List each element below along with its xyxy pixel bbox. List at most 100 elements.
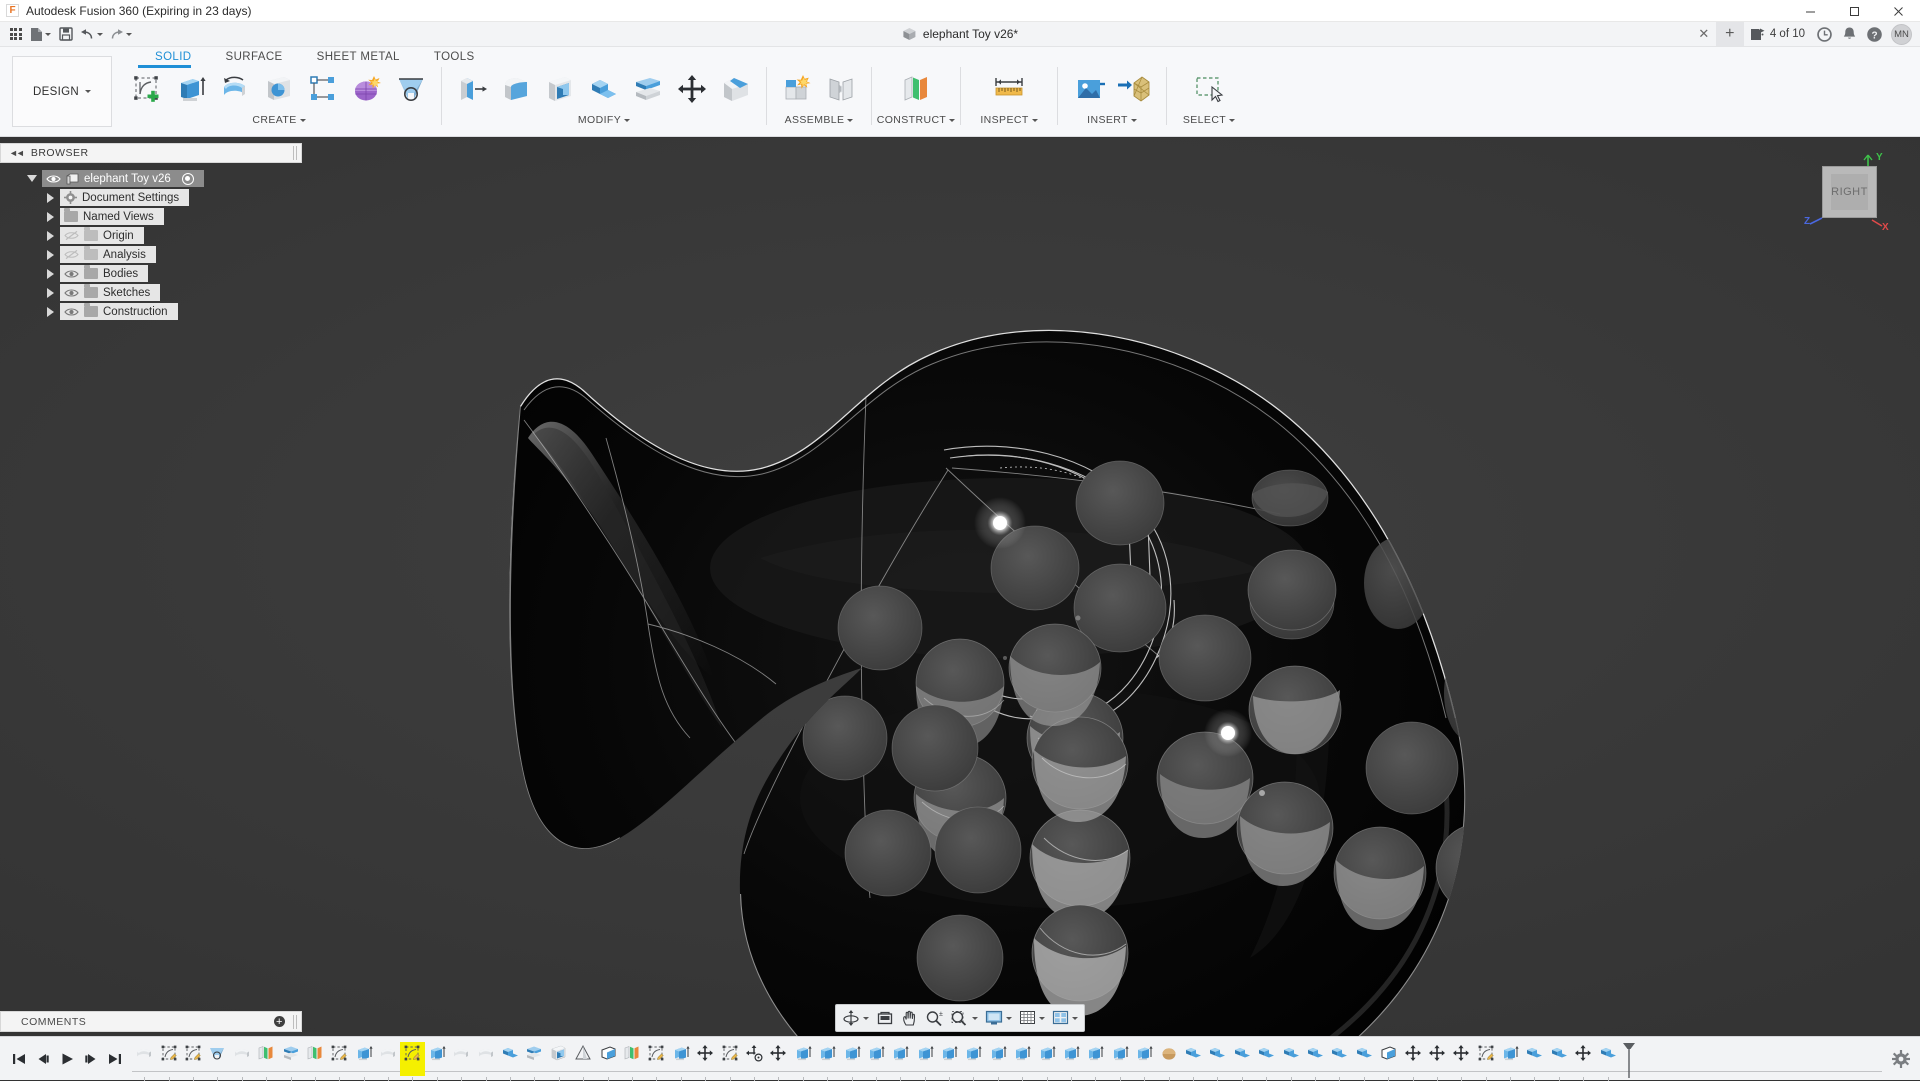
chevron-down-icon[interactable] xyxy=(972,1017,978,1020)
chevron-down-icon[interactable] xyxy=(1006,1017,1012,1020)
ribbon-group-select-label[interactable]: SELECT xyxy=(1183,114,1235,126)
3d-viewport[interactable]: ◄◄ BROWSER elephant Toy v26 xyxy=(0,138,1920,1036)
eye-visible-icon[interactable] xyxy=(64,286,79,299)
timeline-feature[interactable] xyxy=(1449,1042,1473,1076)
create-sketch-button[interactable] xyxy=(126,67,168,111)
zoom-window-button[interactable] xyxy=(947,1006,981,1030)
timeline-feature[interactable] xyxy=(571,1042,595,1076)
timeline-feature[interactable] xyxy=(1547,1042,1571,1076)
collapse-left-icon[interactable]: ◄◄ xyxy=(9,148,23,158)
notifications-button[interactable] xyxy=(1837,22,1861,46)
timeline-feature[interactable] xyxy=(1010,1042,1034,1076)
expand-toggle[interactable] xyxy=(40,231,60,241)
timeline-feature[interactable] xyxy=(1425,1042,1449,1076)
sweep-button[interactable] xyxy=(258,67,300,111)
play-button[interactable] xyxy=(56,1045,78,1073)
chevron-down-icon[interactable] xyxy=(1039,1017,1045,1020)
timeline-end-marker[interactable] xyxy=(1620,1042,1638,1076)
tree-item-sketches-label-box[interactable]: Sketches xyxy=(60,284,160,301)
timeline-feature[interactable] xyxy=(1132,1042,1156,1076)
timeline-feature[interactable] xyxy=(961,1042,985,1076)
account-avatar[interactable]: MN xyxy=(1891,24,1912,45)
tree-item-root-label-box[interactable]: elephant Toy v26 xyxy=(42,170,204,187)
timeline-feature[interactable] xyxy=(1083,1042,1107,1076)
pattern-button[interactable] xyxy=(302,67,344,111)
timeline-feature[interactable] xyxy=(181,1042,205,1076)
timeline-feature[interactable] xyxy=(1571,1042,1595,1076)
timeline-feature[interactable] xyxy=(1303,1042,1327,1076)
tree-item-named-views[interactable]: Named Views xyxy=(0,207,302,226)
expand-toggle[interactable] xyxy=(40,212,60,222)
timeline-feature[interactable] xyxy=(644,1042,668,1076)
timeline-feature[interactable] xyxy=(205,1042,229,1076)
timeline-feature[interactable] xyxy=(937,1042,961,1076)
recent-button[interactable] xyxy=(1812,22,1836,46)
press-pull-button[interactable] xyxy=(451,67,493,111)
tab-sheet-metal[interactable]: SHEET METAL xyxy=(300,47,417,67)
display-settings-button[interactable] xyxy=(982,1006,1015,1030)
timeline-feature[interactable] xyxy=(986,1042,1010,1076)
timeline-feature[interactable] xyxy=(669,1042,693,1076)
close-document-button[interactable]: ✕ xyxy=(1693,23,1715,45)
timeline-feature[interactable] xyxy=(839,1042,863,1076)
align-button[interactable] xyxy=(715,67,757,111)
timeline-feature[interactable] xyxy=(547,1042,571,1076)
timeline-feature[interactable] xyxy=(376,1042,400,1076)
timeline-feature[interactable] xyxy=(132,1042,156,1076)
timeline-feature[interactable] xyxy=(449,1042,473,1076)
timeline-feature[interactable] xyxy=(717,1042,741,1076)
timeline-feature[interactable] xyxy=(230,1042,254,1076)
expand-toggle[interactable] xyxy=(40,288,60,298)
timeline-track[interactable] xyxy=(132,1037,1882,1081)
ribbon-group-insert-label[interactable]: INSERT xyxy=(1087,114,1137,126)
tree-item-bodies-label-box[interactable]: Bodies xyxy=(60,265,148,282)
timeline-feature[interactable] xyxy=(1108,1042,1132,1076)
timeline-feature[interactable] xyxy=(595,1042,619,1076)
window-select-button[interactable] xyxy=(1188,67,1230,111)
timeline-feature[interactable] xyxy=(791,1042,815,1076)
view-cube[interactable]: RIGHT Y X Z xyxy=(1800,150,1890,240)
look-at-button[interactable] xyxy=(873,1006,897,1030)
job-status-button[interactable]: 4 of 10 xyxy=(1745,27,1811,42)
zoom-button[interactable]: ± xyxy=(922,1006,946,1030)
timeline-feature[interactable] xyxy=(1400,1042,1424,1076)
timeline-feature[interactable] xyxy=(1327,1042,1351,1076)
timeline-feature[interactable] xyxy=(352,1042,376,1076)
move-copy-button[interactable] xyxy=(671,67,713,111)
expand-toggle[interactable] xyxy=(40,269,60,279)
browser-header[interactable]: ◄◄ BROWSER xyxy=(0,143,302,163)
insert-mesh-button[interactable] xyxy=(1113,67,1155,111)
timeline-feature[interactable] xyxy=(1352,1042,1376,1076)
new-document-tab-button[interactable]: + xyxy=(1716,22,1744,46)
timeline-feature[interactable] xyxy=(693,1042,717,1076)
skip-to-beginning-button[interactable] xyxy=(8,1045,30,1073)
timeline-feature[interactable] xyxy=(1498,1042,1522,1076)
timeline-feature[interactable] xyxy=(913,1042,937,1076)
minimize-button[interactable] xyxy=(1788,0,1832,22)
comments-resize-grip[interactable] xyxy=(293,1015,299,1029)
close-button[interactable] xyxy=(1876,0,1920,22)
timeline-feature[interactable] xyxy=(473,1042,497,1076)
timeline-feature[interactable] xyxy=(400,1042,424,1076)
redo-button[interactable] xyxy=(107,24,134,45)
timeline-feature[interactable] xyxy=(815,1042,839,1076)
viewports-button[interactable] xyxy=(1049,1006,1081,1030)
timeline-feature[interactable] xyxy=(303,1042,327,1076)
tab-solid[interactable]: SOLID xyxy=(138,47,209,67)
eye-visible-icon[interactable] xyxy=(64,305,79,318)
tree-item-origin[interactable]: Origin xyxy=(0,226,302,245)
viewcube-face[interactable]: RIGHT xyxy=(1822,166,1877,218)
combine-button[interactable] xyxy=(583,67,625,111)
timeline-feature[interactable] xyxy=(498,1042,522,1076)
expand-toggle[interactable] xyxy=(40,193,60,203)
timeline-feature[interactable] xyxy=(425,1042,449,1076)
ribbon-group-create-label[interactable]: CREATE xyxy=(252,114,305,126)
timeline-feature[interactable] xyxy=(1522,1042,1546,1076)
tree-item-construction-label-box[interactable]: Construction xyxy=(60,303,178,320)
tab-surface[interactable]: SURFACE xyxy=(209,47,300,67)
maximize-button[interactable] xyxy=(1832,0,1876,22)
tree-item-root[interactable]: elephant Toy v26 xyxy=(0,169,302,188)
revolve-button[interactable] xyxy=(214,67,256,111)
fillet-button[interactable] xyxy=(495,67,537,111)
expand-toggle[interactable] xyxy=(22,175,42,182)
